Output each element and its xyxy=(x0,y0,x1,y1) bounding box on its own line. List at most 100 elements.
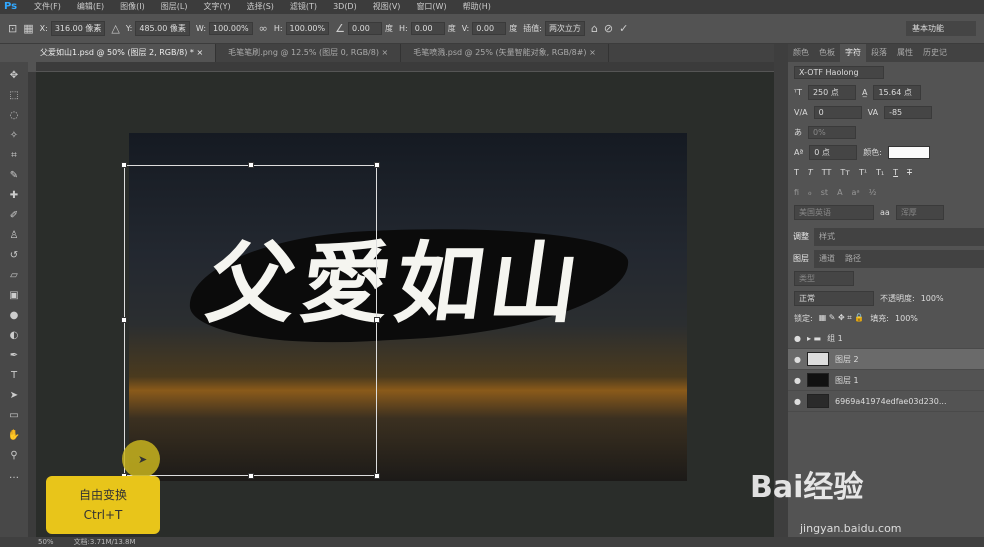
more-tools-icon[interactable]: … xyxy=(4,468,24,484)
crop-tool-icon[interactable]: ⌗ xyxy=(4,148,24,164)
cancel-icon[interactable]: ⊘ xyxy=(604,22,613,35)
menu-layer[interactable]: 图层(L) xyxy=(153,0,196,14)
strikethrough-icon[interactable]: T xyxy=(907,168,912,177)
zoom-level[interactable]: 50% xyxy=(38,537,54,547)
baseline-input[interactable]: 0 点 xyxy=(809,144,858,160)
transform-handle[interactable] xyxy=(374,473,380,479)
ruler-vertical[interactable] xyxy=(28,72,36,537)
lock-icons[interactable]: ▦ ✎ ✥ ⌗ 🔒 xyxy=(819,313,865,323)
leading-input[interactable]: 15.64 点 xyxy=(873,84,922,100)
tab-character[interactable]: 字符 xyxy=(840,44,866,62)
all-caps-icon[interactable]: TT xyxy=(822,168,832,177)
layer-row[interactable]: ● 图层 1 xyxy=(788,370,984,391)
interp-select[interactable]: 两次立方 xyxy=(544,21,585,36)
subscript-icon[interactable]: T₁ xyxy=(876,168,884,177)
dodge-tool-icon[interactable]: ◐ xyxy=(4,328,24,344)
angle-input[interactable]: 0.00 xyxy=(348,22,382,35)
link-icon[interactable]: ∞ xyxy=(259,22,268,35)
transform-handle[interactable] xyxy=(121,317,127,323)
shape-tool-icon[interactable]: ▭ xyxy=(4,408,24,424)
tab-paths[interactable]: 路径 xyxy=(840,250,866,268)
eraser-tool-icon[interactable]: ▱ xyxy=(4,268,24,284)
workspace-select[interactable]: 基本功能 xyxy=(906,21,976,36)
transform-handle[interactable] xyxy=(374,317,380,323)
eye-icon[interactable]: ● xyxy=(794,355,801,364)
eye-icon[interactable]: ● xyxy=(794,397,801,406)
layer-row[interactable]: ● 图层 2 xyxy=(788,349,984,370)
text-color-swatch[interactable] xyxy=(887,145,930,159)
delta-icon[interactable]: △ xyxy=(111,22,119,35)
tab-document-2[interactable]: 毛笔笔刷.png @ 12.5% (图层 0, RGB/8) × xyxy=(216,44,402,62)
tab-paragraph[interactable]: 段落 xyxy=(866,44,892,62)
menu-3d[interactable]: 3D(D) xyxy=(325,0,365,14)
tracking-input[interactable]: -85 xyxy=(884,105,933,119)
vscale-input[interactable]: 0% xyxy=(808,125,856,139)
close-icon[interactable]: × xyxy=(589,48,596,57)
close-icon[interactable]: × xyxy=(196,48,203,57)
ligature-icon[interactable]: fi xyxy=(794,188,799,197)
stamp-tool-icon[interactable]: ♙ xyxy=(4,228,24,244)
stylistic-icon[interactable]: st xyxy=(821,188,828,197)
menu-filter[interactable]: 滤镜(T) xyxy=(282,0,325,14)
tab-layers[interactable]: 图层 xyxy=(788,250,814,268)
menu-image[interactable]: 图像(I) xyxy=(112,0,153,14)
layer-row[interactable]: ● 6969a41974edfae03d230... xyxy=(788,391,984,412)
y-input[interactable]: 485.00 像素 xyxy=(135,21,190,36)
tab-history[interactable]: 历史记 xyxy=(918,44,952,62)
h-input[interactable]: 100.00% xyxy=(285,22,330,35)
blur-tool-icon[interactable]: ● xyxy=(4,308,24,324)
warp-icon[interactable]: ⌂ xyxy=(591,22,598,35)
tab-styles[interactable]: 样式 xyxy=(814,228,840,246)
menu-window[interactable]: 窗口(W) xyxy=(408,0,454,14)
ruler-horizontal[interactable] xyxy=(36,62,774,72)
menu-file[interactable]: 文件(F) xyxy=(26,0,69,14)
layer-filter-select[interactable]: 类型 xyxy=(794,270,854,286)
faux-italic-icon[interactable]: T xyxy=(808,168,813,177)
small-caps-icon[interactable]: Tт xyxy=(840,168,850,177)
tab-properties[interactable]: 属性 xyxy=(892,44,918,62)
type-tool-icon[interactable]: T xyxy=(4,368,24,384)
menu-type[interactable]: 文字(Y) xyxy=(195,0,238,14)
vskew-input[interactable]: 0.00 xyxy=(472,22,507,35)
zoom-tool-icon[interactable]: ⚲ xyxy=(4,448,24,464)
transform-handle[interactable] xyxy=(248,473,254,479)
titling-icon[interactable]: A xyxy=(837,188,842,197)
tab-channels[interactable]: 通道 xyxy=(814,250,840,268)
eyedropper-icon[interactable]: ✎ xyxy=(4,168,24,184)
opacity-input[interactable]: 100% xyxy=(921,294,944,303)
antialias-select[interactable]: 浑厚 xyxy=(895,204,944,220)
fill-input[interactable]: 100% xyxy=(895,314,918,323)
marquee-tool-icon[interactable]: ⬚ xyxy=(4,88,24,104)
hskew-input[interactable]: 0.00 xyxy=(410,22,445,35)
pen-tool-icon[interactable]: ✒ xyxy=(4,348,24,364)
menu-select[interactable]: 选择(S) xyxy=(239,0,282,14)
gradient-tool-icon[interactable]: ▣ xyxy=(4,288,24,304)
kerning-input[interactable]: 0 xyxy=(813,105,862,119)
font-size-input[interactable]: 250 点 xyxy=(807,84,856,100)
language-select[interactable]: 美国英语 xyxy=(794,204,874,220)
layer-row[interactable]: ● ▸ ▬ 组 1 xyxy=(788,328,984,349)
transform-handle[interactable] xyxy=(121,162,127,168)
path-select-icon[interactable]: ➤ xyxy=(4,388,24,404)
ordinal-icon[interactable]: aᵃ xyxy=(852,188,860,197)
transform-handle[interactable] xyxy=(248,162,254,168)
x-input[interactable]: 316.00 像素 xyxy=(50,21,106,36)
magic-wand-icon[interactable]: ✧ xyxy=(4,128,24,144)
font-family-select[interactable]: X-OTF Haolong xyxy=(794,65,884,79)
tab-document-1[interactable]: 父爱如山1.psd @ 50% (图层 2, RGB/8) * × xyxy=(28,44,217,62)
menu-view[interactable]: 视图(V) xyxy=(365,0,409,14)
w-input[interactable]: 100.00% xyxy=(209,22,253,35)
eye-icon[interactable]: ● xyxy=(794,334,801,343)
brush-tool-icon[interactable]: ✐ xyxy=(4,208,24,224)
close-icon[interactable]: × xyxy=(382,48,389,57)
swash-icon[interactable]: ℴ xyxy=(808,188,812,197)
move-tool-icon[interactable]: ✥ xyxy=(4,68,24,84)
menu-help[interactable]: 帮助(H) xyxy=(455,0,499,14)
hand-tool-icon[interactable]: ✋ xyxy=(4,428,24,444)
menu-edit[interactable]: 编辑(E) xyxy=(69,0,112,14)
history-brush-icon[interactable]: ↺ xyxy=(4,248,24,264)
fraction-icon[interactable]: ½ xyxy=(869,188,877,197)
underline-icon[interactable]: T xyxy=(893,168,898,177)
tab-color[interactable]: 颜色 xyxy=(788,44,814,62)
commit-icon[interactable]: ✓ xyxy=(619,22,628,35)
